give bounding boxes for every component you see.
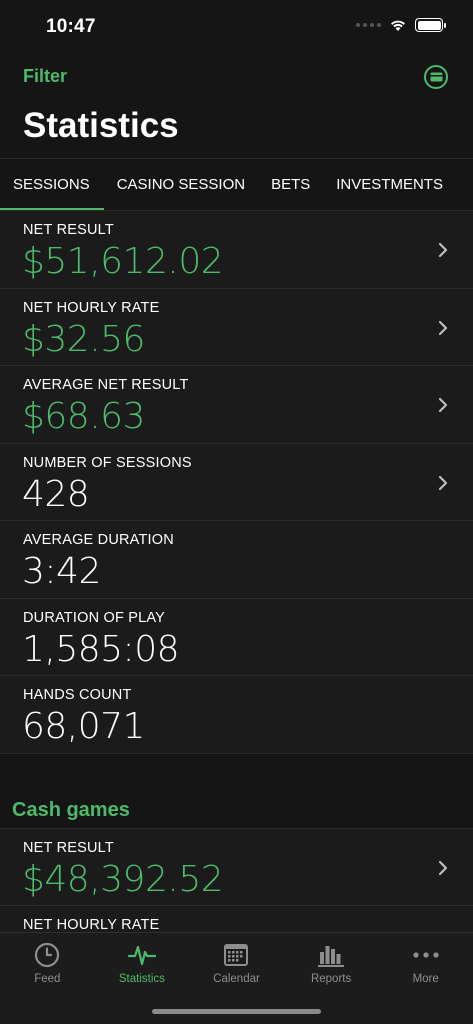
chevron-right-icon (438, 475, 448, 490)
status-bar: 10:47 (0, 0, 473, 52)
stat-row-number-of-sessions[interactable]: NUMBER OF SESSIONS 428 (0, 443, 473, 521)
cellular-signal-icon (356, 23, 381, 27)
card-button[interactable] (424, 65, 448, 89)
section-spacer (0, 753, 473, 798)
tabbar-item-more[interactable]: More (378, 933, 473, 985)
tabbar-item-reports[interactable]: Reports (284, 933, 379, 985)
stat-label: HANDS COUNT (23, 687, 132, 703)
tab-bets[interactable]: BETS (258, 159, 323, 210)
tabbar-label: Calendar (213, 973, 260, 985)
stat-label: NET HOURLY RATE (23, 917, 160, 933)
tabbar-item-feed[interactable]: Feed (0, 933, 95, 985)
stat-row-duration-of-play: DURATION OF PLAY 1,585:08 (0, 598, 473, 676)
cash-row-net-result[interactable]: NET RESULT $48,392.52 (0, 828, 473, 906)
stat-value: $68.63 (22, 396, 145, 437)
tabbar-label: Statistics (118, 973, 165, 985)
home-indicator[interactable] (152, 1009, 321, 1014)
stat-value: 1,585:08 (22, 628, 180, 670)
tabbar-label: More (412, 973, 439, 985)
chevron-right-icon (438, 242, 448, 258)
stat-row-hands-count: HANDS COUNT 68,071 (0, 676, 473, 754)
tabbar-item-calendar[interactable]: Calendar (189, 933, 284, 985)
bar-chart-icon (318, 946, 345, 967)
tab-casino-session[interactable]: CASINO SESSION (104, 159, 258, 210)
pulse-icon (127, 945, 156, 966)
stat-row-average-net-result[interactable]: AVERAGE NET RESULT $68.63 (0, 366, 473, 444)
tabbar-label: Feed (34, 973, 61, 985)
stat-value: 3:42 (22, 551, 101, 592)
wifi-icon (391, 20, 405, 31)
more-icon (413, 952, 439, 958)
stats-tabs: SESSIONS CASINO SESSION BETS INVESTMENTS (0, 158, 473, 211)
stat-label: NET HOURLY RATE (23, 299, 160, 316)
statistics-list: NET RESULT $51,612.02 NET HOURLY RATE $3… (0, 211, 473, 984)
status-time: 10:47 (46, 16, 96, 37)
stat-label: NET RESULT (23, 222, 114, 238)
tabbar-label: Reports (310, 973, 352, 985)
stat-value: $32.56 (22, 318, 145, 360)
stat-value: $48,392.52 (22, 858, 224, 900)
stat-label: DURATION OF PLAY (23, 609, 166, 626)
card-icon (430, 72, 442, 82)
clock-icon (35, 942, 60, 968)
page-title: Statistics (23, 106, 179, 145)
calendar-icon (224, 944, 249, 966)
filter-button[interactable]: Filter (23, 66, 67, 87)
tab-investments[interactable]: INVESTMENTS (323, 159, 456, 210)
stat-row-net-result[interactable]: NET RESULT $51,612.02 (0, 211, 473, 289)
stat-label: NUMBER OF SESSIONS (23, 454, 192, 471)
tab-sessions[interactable]: SESSIONS (0, 159, 104, 210)
stat-value: 428 (22, 473, 90, 515)
chevron-right-icon (438, 397, 448, 413)
stat-label: NET RESULT (23, 839, 114, 856)
tabbar-item-statistics[interactable]: Statistics (95, 933, 190, 985)
section-header-cash-games: Cash games (0, 797, 473, 829)
status-icons (356, 18, 446, 32)
stat-label: AVERAGE DURATION (23, 532, 174, 548)
battery-icon (415, 18, 446, 32)
stat-value: $51,612.02 (22, 241, 224, 282)
stat-label: AVERAGE NET RESULT (23, 377, 189, 393)
chevron-right-icon (438, 860, 448, 875)
stat-value: 68,071 (22, 706, 145, 747)
chevron-right-icon (438, 320, 448, 335)
stat-row-net-hourly-rate[interactable]: NET HOURLY RATE $32.56 (0, 288, 473, 366)
stat-row-average-duration: AVERAGE DURATION 3:42 (0, 521, 473, 599)
